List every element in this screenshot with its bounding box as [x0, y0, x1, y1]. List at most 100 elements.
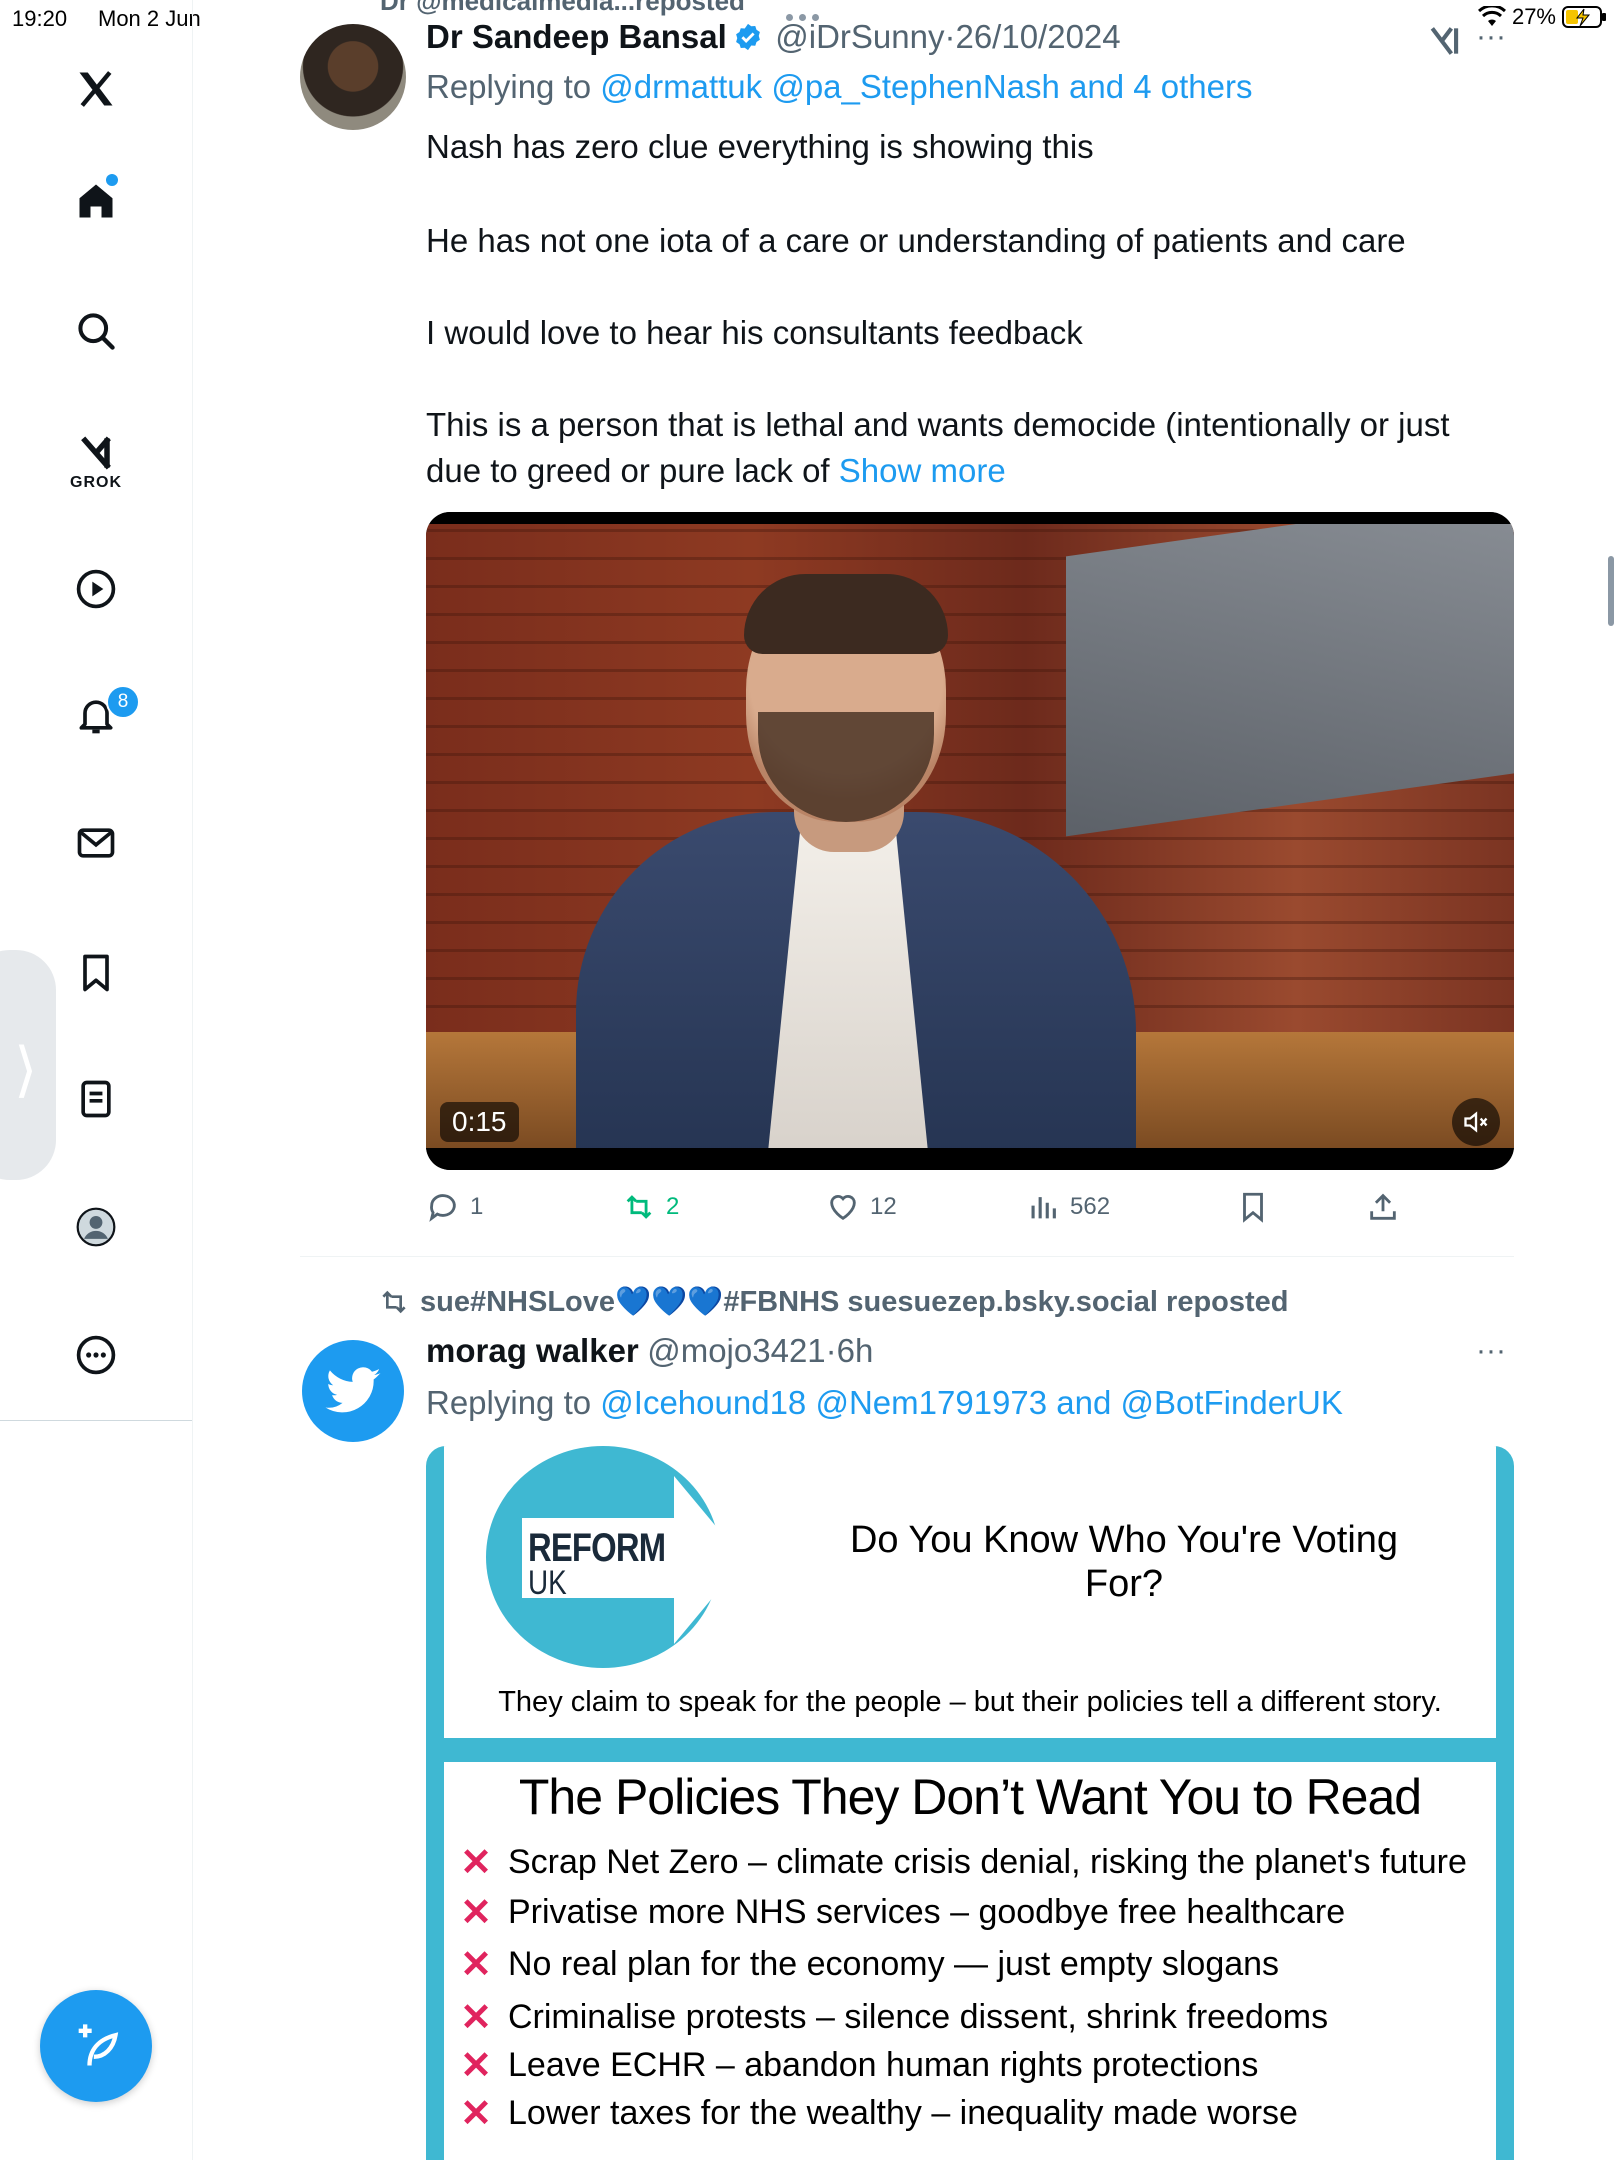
tweet2-image[interactable]: REFORM UK Do You Know Who You're Voting …: [426, 1446, 1514, 2160]
tweet1-line: He has not one iota of a care or underst…: [426, 222, 1406, 259]
mute-button[interactable]: [1452, 1098, 1500, 1146]
cross-mark-icon: ✕: [460, 2045, 492, 2087]
poster-claim: They claim to speak for the people – but…: [498, 1686, 1442, 1718]
policy-item: ✕ Scrap Net Zero – climate crisis denial,…: [458, 1840, 1467, 1885]
tweet2-replying-prefix: Replying to: [426, 1384, 592, 1421]
reply-icon: [429, 1194, 456, 1222]
more-icon[interactable]: [63, 1322, 129, 1388]
profile-icon[interactable]: [63, 1194, 129, 1260]
cross-mark-icon: ✕: [460, 2093, 492, 2135]
chevron-right-icon: ⟩: [14, 1036, 38, 1103]
tweet2-avatar[interactable]: [302, 1340, 404, 1442]
tweet2-repost-text: sue#NHSLove💙💙💙#FBNHS suesuezep.bsky.soci…: [420, 1286, 1289, 1318]
reform-logo-arrow-head: [674, 1476, 744, 1644]
battery-percent: 27%: [1511, 4, 1556, 29]
sidebar-divider: [0, 1420, 192, 1421]
bird-avatar-icon: [325, 1367, 381, 1413]
tweet1-handle[interactable]: @iDrSunny: [775, 18, 944, 55]
tweet1-avatar[interactable]: [300, 24, 406, 130]
views-chart-icon: [1031, 1197, 1056, 1219]
tweet2-time[interactable]: 6h: [837, 1332, 874, 1369]
notifications-badge: 8: [106, 685, 140, 719]
home-icon[interactable]: [63, 168, 129, 234]
bookmarks-icon[interactable]: [63, 940, 129, 1006]
x-logo-icon[interactable]: [63, 56, 129, 122]
video-duration: 0:15: [440, 1102, 519, 1142]
policy-item: ✕ Criminalise protests – silence dissent,…: [458, 1995, 1328, 2040]
repost-icon: [626, 1195, 652, 1219]
policy-text: Criminalise protests – silence dissent, …: [508, 1998, 1329, 2036]
policy-text: No real plan for the economy — just empt…: [508, 1945, 1280, 1983]
tweet1-header: Dr Sandeep Bansal @iDrSunny·26/10/2024: [426, 18, 1121, 56]
tweet2-dot: ·: [825, 1332, 837, 1369]
repost-icon: [382, 1290, 406, 1314]
bookmark-button[interactable]: [1236, 1190, 1270, 1224]
policy-item: ✕ Leave ECHR – abandon human rights prote…: [458, 2043, 1258, 2088]
heart-icon: [830, 1195, 856, 1221]
like-count: 12: [870, 1193, 897, 1220]
share-icon: [1370, 1193, 1396, 1220]
speaker-muted-icon: [1464, 1111, 1488, 1133]
tweet1-date[interactable]: 26/10/2024: [955, 18, 1120, 55]
battery-charging-icon: [1562, 6, 1606, 28]
view-count: 562: [1070, 1193, 1111, 1220]
tweet2-repost-context[interactable]: sue#NHSLove💙💙💙#FBNHS suesuezep.bsky.soci…: [378, 1285, 1289, 1319]
policy-item: ✕ Lower taxes for the wealthy – inequalit…: [458, 2091, 1298, 2136]
compose-button[interactable]: [40, 1990, 152, 2102]
repost-count: 2: [666, 1193, 680, 1220]
video-icon[interactable]: [63, 556, 129, 622]
policy-text: Scrap Net Zero – climate crisis denial, …: [508, 1843, 1467, 1881]
tweet-divider: [300, 1256, 1514, 1257]
policy-item: ✕ Privatise more NHS services – goodbye f…: [458, 1890, 1345, 1935]
tweet1-more-icon[interactable]: ···: [1476, 20, 1506, 54]
tweet1-line: I would love to hear his consultants fee…: [426, 314, 1083, 351]
video-letterbox-top: [426, 512, 1514, 524]
views-button[interactable]: 562: [1026, 1190, 1110, 1224]
compose-feather-icon: [78, 2024, 119, 2066]
bookmark-icon: [1243, 1192, 1263, 1223]
tweet1-line: due to greed or pure lack of: [426, 452, 830, 489]
messages-icon[interactable]: [63, 810, 129, 876]
reform-logo-subtext: UK: [528, 1564, 567, 1602]
poster-policies-panel: The Policies They Don’t Want You to Read…: [444, 1762, 1496, 2160]
search-icon[interactable]: [63, 298, 129, 364]
show-more-link[interactable]: Show more: [839, 452, 1006, 489]
cross-mark-icon: ✕: [460, 1997, 492, 2039]
tweet2-handle[interactable]: @mojo3421: [647, 1332, 825, 1369]
tweet1-line: Nash has zero clue everything is showing…: [426, 128, 1094, 165]
tweet2-header: morag walker @mojo3421·6h: [426, 1332, 873, 1370]
grok-ai-icon[interactable]: [1426, 22, 1464, 65]
tweet1-video[interactable]: 0:15: [426, 512, 1514, 1170]
reply-count: 1: [470, 1193, 484, 1220]
policy-text: Leave ECHR – abandon human rights protec…: [508, 2046, 1259, 2084]
tweet1-replying: Replying to @drmattuk @pa_StephenNash an…: [426, 68, 1253, 106]
lists-icon[interactable]: [63, 1066, 129, 1132]
tweet1-dot: ·: [944, 18, 956, 55]
tweet1-replying-to[interactable]: @drmattuk @pa_StephenNash and 4 others: [600, 68, 1252, 105]
cross-mark-icon: ✕: [460, 1944, 492, 1986]
home-unread-dot: [106, 174, 118, 186]
verified-badge-icon: [735, 23, 760, 51]
cross-mark-icon: ✕: [460, 1842, 492, 1884]
tweet2-replying-to[interactable]: @Icehound18 @Nem1791973 and @BotFinderUK: [600, 1384, 1343, 1421]
tweet1-line: This is a person that is lethal and want…: [426, 406, 1450, 443]
repost-button[interactable]: 2: [622, 1190, 679, 1224]
policy-item: ✕ No real plan for the economy — just emp…: [458, 1942, 1279, 1987]
tweet1-author-name[interactable]: Dr Sandeep Bansal: [426, 18, 727, 55]
tweet1-replying-prefix: Replying to: [426, 68, 592, 105]
like-button[interactable]: 12: [826, 1190, 897, 1224]
video-person-hair: [744, 574, 948, 654]
tweet2-author-name[interactable]: morag walker: [426, 1332, 639, 1369]
grok-label: GROK: [70, 474, 122, 491]
policy-text: Privatise more NHS services – goodbye fr…: [508, 1893, 1346, 1931]
policy-text: Lower taxes for the wealthy – inequality…: [508, 2094, 1298, 2132]
tweet1-line-last: due to greed or pure lack of Show more: [426, 448, 1006, 494]
video-letterbox-bottom: [426, 1148, 1514, 1170]
share-button[interactable]: [1366, 1190, 1400, 1224]
poster-heading: The Policies They Don’t Want You to Read: [518, 1769, 1422, 1825]
poster-top-panel: REFORM UK Do You Know Who You're Voting …: [444, 1446, 1496, 1738]
reply-button[interactable]: 1: [426, 1190, 483, 1224]
tweet2-more-icon[interactable]: ···: [1476, 1334, 1506, 1368]
scrollbar-thumb[interactable]: [1608, 556, 1614, 626]
previous-repost-line: Dr @medicalmedia...reposted: [380, 0, 745, 16]
